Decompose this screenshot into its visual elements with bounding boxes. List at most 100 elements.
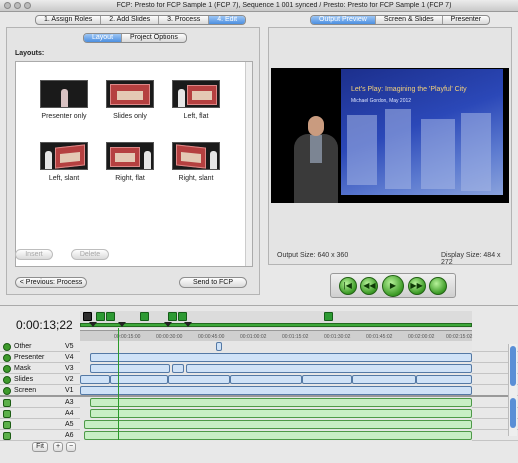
timeline-clip[interactable] bbox=[80, 375, 110, 384]
timeline-clip[interactable] bbox=[230, 375, 302, 384]
edit-point-triangle[interactable] bbox=[89, 322, 97, 327]
layout-thumbnail bbox=[172, 80, 220, 108]
layout-marker[interactable] bbox=[83, 312, 92, 321]
audio-clip[interactable] bbox=[84, 420, 472, 429]
zoom-window-button[interactable] bbox=[24, 2, 31, 9]
layout-right-flat[interactable]: Right, flat bbox=[102, 142, 158, 182]
speaker-icon[interactable] bbox=[3, 431, 11, 440]
layout-left-flat[interactable]: Left, flat bbox=[168, 80, 224, 120]
fit-button[interactable]: Fit bbox=[32, 442, 48, 452]
window-title: FCP: Presto for FCP Sample 1 (FCP 7), Se… bbox=[116, 2, 452, 9]
timeline-clip[interactable] bbox=[216, 342, 222, 351]
layout-marker[interactable] bbox=[140, 312, 149, 321]
track-row-a4: A4 bbox=[0, 408, 518, 419]
speaker-icon[interactable] bbox=[3, 398, 11, 407]
tab-screen-slides[interactable]: Screen & Slides bbox=[376, 16, 443, 24]
play-icon[interactable]: ▶ bbox=[381, 274, 404, 297]
timeline-clip[interactable] bbox=[352, 375, 416, 384]
timeline-clip[interactable] bbox=[80, 386, 472, 395]
timeline-clip[interactable] bbox=[172, 364, 184, 373]
tab-process[interactable]: 3. Process bbox=[159, 16, 210, 24]
tab-project-options[interactable]: Project Options bbox=[122, 34, 186, 42]
layout-marker[interactable] bbox=[106, 312, 115, 321]
timeline-clip[interactable] bbox=[90, 353, 472, 362]
layout-label: Right, flat bbox=[115, 175, 145, 182]
layout-marker[interactable] bbox=[96, 312, 105, 321]
tab-output-preview[interactable]: Output Preview bbox=[311, 16, 376, 24]
speaker-icon[interactable] bbox=[3, 409, 11, 418]
track-header: A3 bbox=[0, 397, 80, 408]
video-track-icon[interactable] bbox=[3, 353, 11, 362]
stop-icon[interactable] bbox=[429, 276, 448, 295]
layouts-scrollbar[interactable] bbox=[245, 62, 252, 266]
rewind-icon[interactable]: ◀◀ bbox=[360, 276, 379, 295]
close-window-button[interactable] bbox=[4, 2, 11, 9]
track-lane[interactable] bbox=[80, 341, 472, 352]
audio-clip[interactable] bbox=[84, 431, 472, 440]
track-lane[interactable] bbox=[80, 430, 472, 441]
edit-point-triangle[interactable] bbox=[184, 322, 192, 327]
timeline-clip[interactable] bbox=[416, 375, 472, 384]
speaker-icon[interactable] bbox=[3, 420, 11, 429]
output-preview-video: Let's Play: Imagining the 'Playful' City… bbox=[271, 68, 509, 203]
track-header: A6 bbox=[0, 430, 80, 441]
ruler-tick: 00:01:30:02 bbox=[324, 334, 351, 340]
track-id: A4 bbox=[65, 410, 74, 417]
layout-slides-only[interactable]: Slides only bbox=[102, 80, 158, 120]
audio-clip[interactable] bbox=[90, 398, 472, 407]
zoom-out-button[interactable]: − bbox=[66, 442, 76, 452]
video-track-icon[interactable] bbox=[3, 375, 11, 384]
layouts-grid: Presenter only Slides only Left, flat Le… bbox=[15, 61, 253, 267]
scrollbar-thumb[interactable] bbox=[510, 346, 516, 386]
insert-button[interactable]: Insert bbox=[15, 249, 53, 260]
timeline-vertical-scrollbar[interactable] bbox=[508, 344, 517, 436]
track-lane[interactable] bbox=[80, 408, 472, 419]
playhead[interactable] bbox=[118, 328, 119, 440]
edit-point-triangle[interactable] bbox=[164, 322, 172, 327]
layout-right-slant[interactable]: Right, slant bbox=[168, 142, 224, 182]
layout-marker[interactable] bbox=[168, 312, 177, 321]
layout-left-slant[interactable]: Left, slant bbox=[36, 142, 92, 182]
track-header: Mask V3 bbox=[0, 363, 80, 374]
previous-process-button[interactable]: < Previous: Process bbox=[15, 277, 87, 288]
layout-marker[interactable] bbox=[324, 312, 333, 321]
scrollbar-thumb[interactable] bbox=[510, 398, 516, 428]
fast-forward-icon[interactable]: ▶▶ bbox=[407, 276, 426, 295]
ruler-tick: 00:00:30:00 bbox=[156, 334, 183, 340]
layout-marker[interactable] bbox=[178, 312, 187, 321]
go-to-start-icon[interactable]: |◀ bbox=[338, 276, 357, 295]
tab-assign-roles[interactable]: 1. Assign Roles bbox=[36, 16, 102, 24]
tab-layout[interactable]: Layout bbox=[84, 34, 123, 42]
ruler-tick: 00:02:00:02 bbox=[408, 334, 435, 340]
panel-divider[interactable] bbox=[0, 305, 518, 306]
zoom-in-button[interactable]: + bbox=[53, 442, 63, 452]
timeline-clip[interactable] bbox=[186, 364, 472, 373]
tab-add-slides[interactable]: 2. Add Slides bbox=[101, 16, 160, 24]
track-lane[interactable] bbox=[80, 352, 472, 363]
audio-clip[interactable] bbox=[90, 409, 472, 418]
workflow-tabs: 1. Assign Roles 2. Add Slides 3. Process… bbox=[35, 15, 247, 25]
video-track-icon[interactable] bbox=[3, 342, 11, 351]
timeline-clip[interactable] bbox=[302, 375, 352, 384]
edit-point-triangle[interactable] bbox=[118, 322, 126, 327]
tab-edit[interactable]: 4. Edit bbox=[209, 16, 246, 24]
track-row-a6: A6 bbox=[0, 430, 518, 441]
track-lane[interactable] bbox=[80, 374, 472, 385]
preview-panel: Output Preview Screen & Slides Presenter… bbox=[268, 15, 512, 266]
layout-presenter-only[interactable]: Presenter only bbox=[36, 80, 92, 120]
layout-thumbnail bbox=[106, 80, 154, 108]
track-name: Other bbox=[14, 343, 32, 350]
video-track-icon[interactable] bbox=[3, 386, 11, 395]
tab-presenter[interactable]: Presenter bbox=[443, 16, 489, 24]
track-lane[interactable] bbox=[80, 419, 472, 430]
video-track-icon[interactable] bbox=[3, 364, 11, 373]
minimize-window-button[interactable] bbox=[14, 2, 21, 9]
timeline-clip[interactable] bbox=[168, 375, 230, 384]
delete-button[interactable]: Delete bbox=[71, 249, 109, 260]
track-id: V2 bbox=[65, 376, 74, 383]
track-lane[interactable] bbox=[80, 363, 472, 374]
presenter-figure bbox=[291, 116, 341, 203]
timeline-clip[interactable] bbox=[90, 364, 170, 373]
send-to-fcp-button[interactable]: Send to FCP bbox=[179, 277, 247, 288]
track-lane[interactable] bbox=[80, 397, 472, 408]
